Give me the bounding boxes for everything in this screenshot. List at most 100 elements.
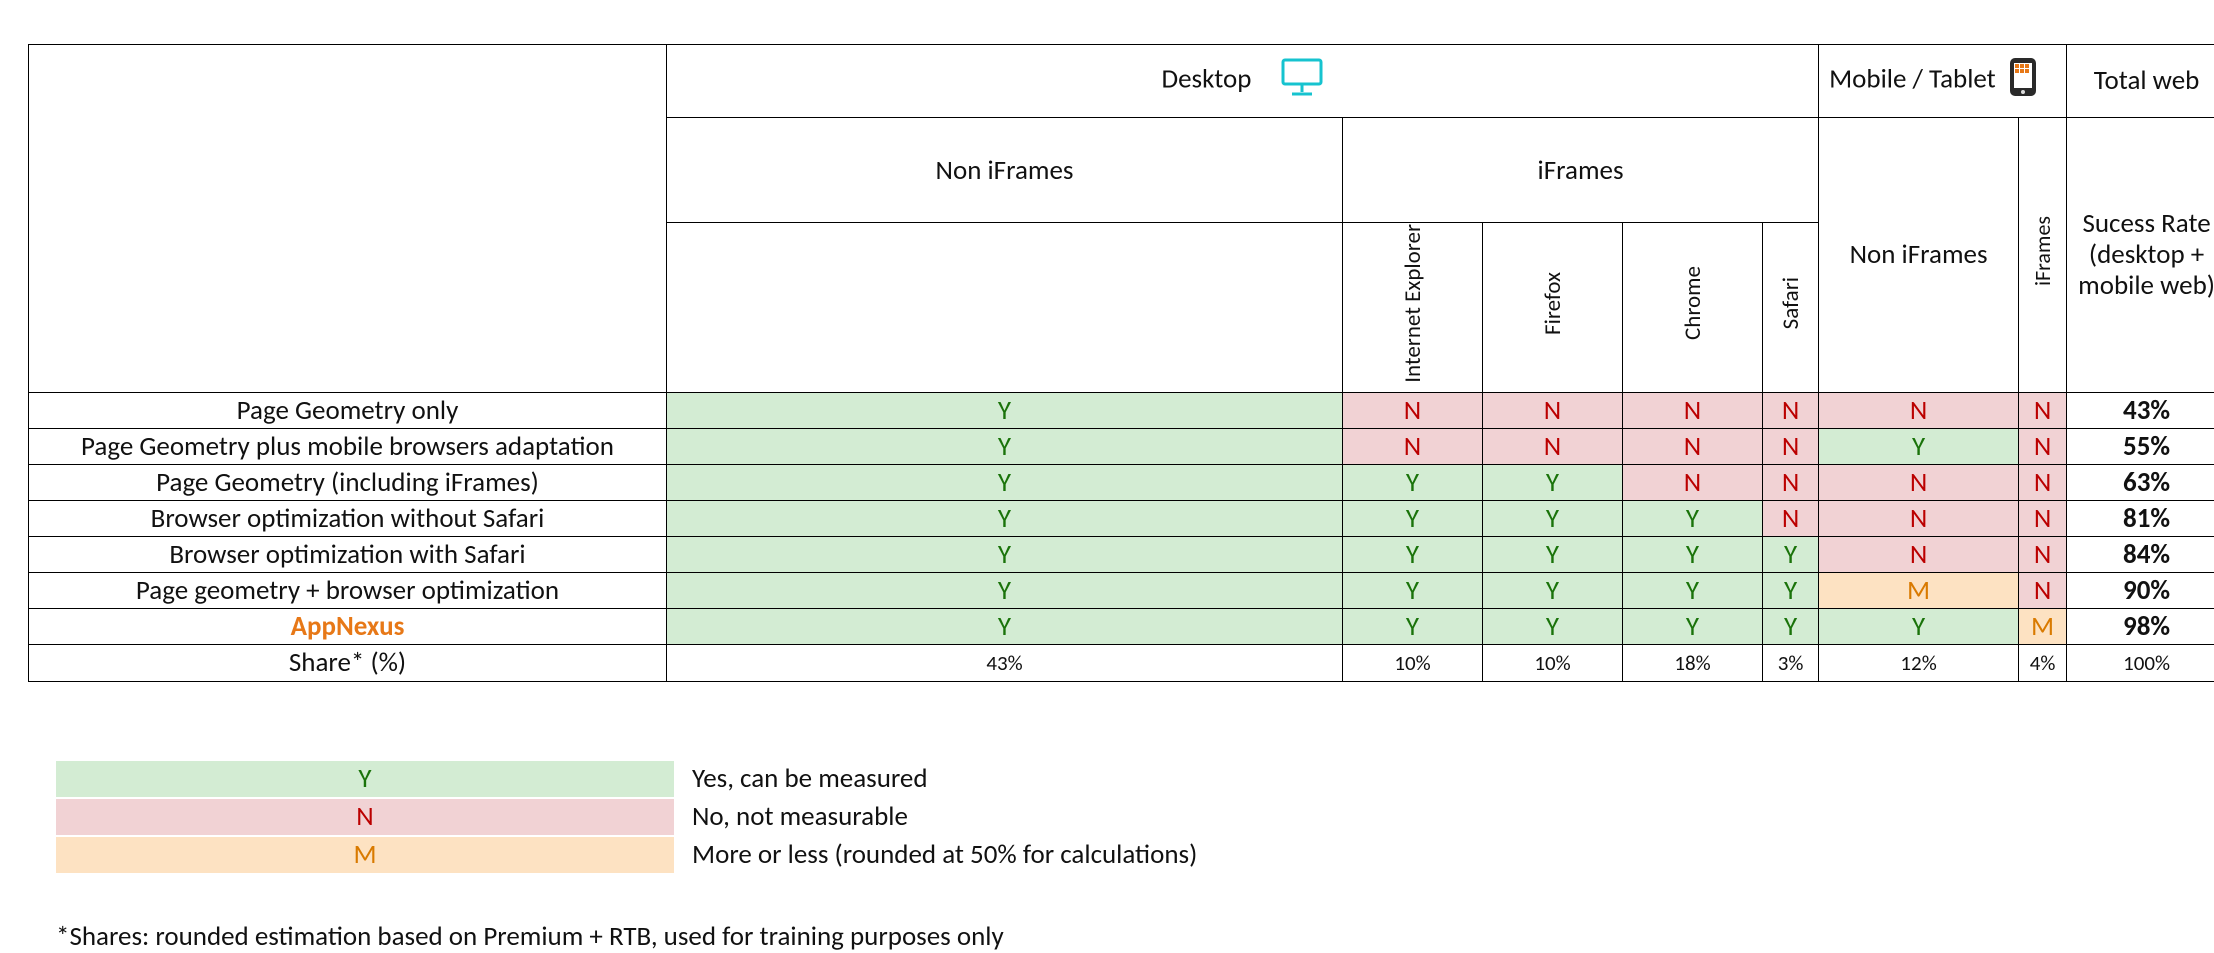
table-row: Page Geometry (including iFrames)YYYNNNN…: [29, 464, 2214, 500]
cell-value: Y: [1623, 536, 1763, 572]
desktop-icon: [1280, 57, 1324, 105]
cell-value: N: [2019, 500, 2067, 536]
cell-value: N: [2019, 392, 2067, 428]
cell-value: Y: [1483, 536, 1623, 572]
cell-value: Y: [1623, 608, 1763, 644]
share-value: 18%: [1623, 644, 1763, 681]
legend-swatch-yes: Y: [56, 761, 674, 797]
legend: Y Yes, can be measured N No, not measura…: [28, 760, 2178, 874]
header-desktop-label: Desktop: [1162, 62, 1252, 95]
cell-value: Y: [1343, 608, 1483, 644]
cell-value: N: [1819, 392, 2019, 428]
cell-value: Y: [1763, 608, 1819, 644]
cell-value: N: [1343, 392, 1483, 428]
header-total-web: Total web: [2067, 45, 2214, 118]
row-label: Page Geometry (including iFrames): [29, 464, 667, 500]
legend-row-yes: Y Yes, can be measured: [28, 760, 2178, 798]
row-label: Browser optimization without Safari: [29, 500, 667, 536]
cell-value: Y: [1343, 572, 1483, 608]
cell-value: Y: [667, 428, 1343, 464]
cell-value: N: [1763, 500, 1819, 536]
cell-value: N: [1819, 536, 2019, 572]
table-row: Page geometry + browser optimizationYYYY…: [29, 572, 2214, 608]
header-browser-firefox: Firefox: [1483, 223, 1623, 393]
cell-value: N: [1483, 428, 1623, 464]
header-browser-empty: [667, 223, 1343, 393]
cell-value: Y: [667, 392, 1343, 428]
footnote: *Shares: rounded estimation based on Pre…: [56, 920, 2178, 953]
cell-value: Y: [1483, 572, 1623, 608]
success-rate: 98%: [2067, 608, 2214, 644]
cell-value: Y: [1623, 572, 1763, 608]
success-rate: 81%: [2067, 500, 2214, 536]
row-label: AppNexus: [29, 608, 667, 644]
cell-value: N: [1343, 428, 1483, 464]
legend-desc-more: More or less (rounded at 50% for calcula…: [692, 838, 1197, 871]
cell-value: N: [2019, 428, 2067, 464]
mobile-tablet-icon: [2008, 56, 2038, 106]
cell-value: N: [1623, 428, 1763, 464]
legend-row-no: N No, not measurable: [28, 798, 2178, 836]
legend-desc-no: No, not measurable: [692, 800, 908, 833]
header-mobile-noniframes: Non iFrames: [1819, 118, 2019, 393]
corner-empty: [29, 45, 667, 393]
cell-value: Y: [1343, 464, 1483, 500]
share-value: 43%: [667, 644, 1343, 681]
cell-value: N: [1819, 464, 2019, 500]
share-value: 10%: [1343, 644, 1483, 681]
row-label: Page geometry + browser optimization: [29, 572, 667, 608]
cell-value: Y: [1343, 500, 1483, 536]
cell-value: Y: [667, 572, 1343, 608]
header-browser-chrome: Chrome: [1623, 223, 1763, 393]
cell-value: Y: [1343, 536, 1483, 572]
viewability-table: Desktop Mobile / Tablet Total web Non iF…: [28, 44, 2214, 682]
cell-value: Y: [667, 608, 1343, 644]
share-value: 12%: [1819, 644, 2019, 681]
cell-value: Y: [1483, 608, 1623, 644]
cell-value: Y: [1483, 500, 1623, 536]
cell-value: M: [1819, 572, 2019, 608]
cell-value: N: [1623, 392, 1763, 428]
cell-value: N: [1623, 464, 1763, 500]
success-rate: 55%: [2067, 428, 2214, 464]
table-row: Browser optimization without SafariYYYYN…: [29, 500, 2214, 536]
table-row: Page Geometry plus mobile browsers adapt…: [29, 428, 2214, 464]
cell-value: N: [2019, 536, 2067, 572]
cell-value: Y: [667, 464, 1343, 500]
header-browser-ie: Internet Explorer: [1343, 223, 1483, 393]
cell-value: N: [1763, 464, 1819, 500]
cell-value: Y: [1819, 608, 2019, 644]
cell-value: N: [2019, 464, 2067, 500]
header-success-rate: Sucess Rate (desktop + mobile web): [2067, 118, 2214, 393]
header-mobile-iframes: iFrames: [2019, 118, 2067, 393]
cell-value: M: [2019, 608, 2067, 644]
header-browser-safari: Safari: [1763, 223, 1819, 393]
header-mobile-label: Mobile / Tablet: [1829, 62, 1996, 95]
success-rate: 84%: [2067, 536, 2214, 572]
cell-value: N: [1483, 392, 1623, 428]
success-rate: 63%: [2067, 464, 2214, 500]
cell-value: N: [1763, 428, 1819, 464]
header-mobile: Mobile / Tablet: [1819, 45, 2067, 118]
table-row: Browser optimization with SafariYYYYYNN8…: [29, 536, 2214, 572]
share-row: Share* (%)43%10%10%18%3%12%4%100%: [29, 644, 2214, 681]
cell-value: Y: [1483, 464, 1623, 500]
legend-row-more: M More or less (rounded at 50% for calcu…: [28, 836, 2178, 874]
share-value: 3%: [1763, 644, 1819, 681]
cell-value: Y: [667, 536, 1343, 572]
legend-swatch-no: N: [56, 799, 674, 835]
header-desktop-noniframes: Non iFrames: [667, 118, 1343, 223]
cell-value: N: [2019, 572, 2067, 608]
share-total: 100%: [2067, 644, 2214, 681]
share-label: Share* (%): [29, 644, 667, 681]
share-value: 4%: [2019, 644, 2067, 681]
row-label: Page Geometry only: [29, 392, 667, 428]
cell-value: Y: [1623, 500, 1763, 536]
success-rate: 90%: [2067, 572, 2214, 608]
header-desktop-iframes: iFrames: [1343, 118, 1819, 223]
cell-value: Y: [1763, 536, 1819, 572]
cell-value: Y: [1763, 572, 1819, 608]
row-label: Page Geometry plus mobile browsers adapt…: [29, 428, 667, 464]
header-desktop: Desktop: [667, 45, 1819, 118]
share-value: 10%: [1483, 644, 1623, 681]
